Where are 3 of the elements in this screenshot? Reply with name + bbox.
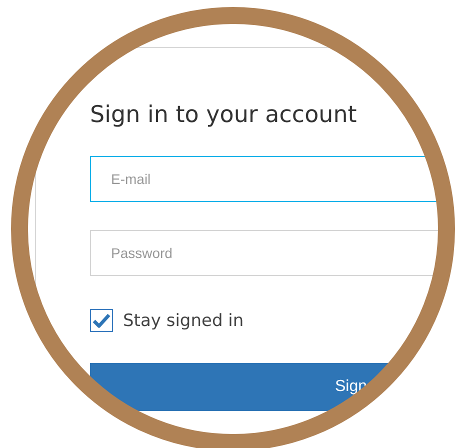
checkbox[interactable] — [90, 309, 113, 332]
sign-in-heading: Sign in to your account — [90, 101, 357, 130]
checkbox-label: Stay signed in — [123, 310, 244, 330]
